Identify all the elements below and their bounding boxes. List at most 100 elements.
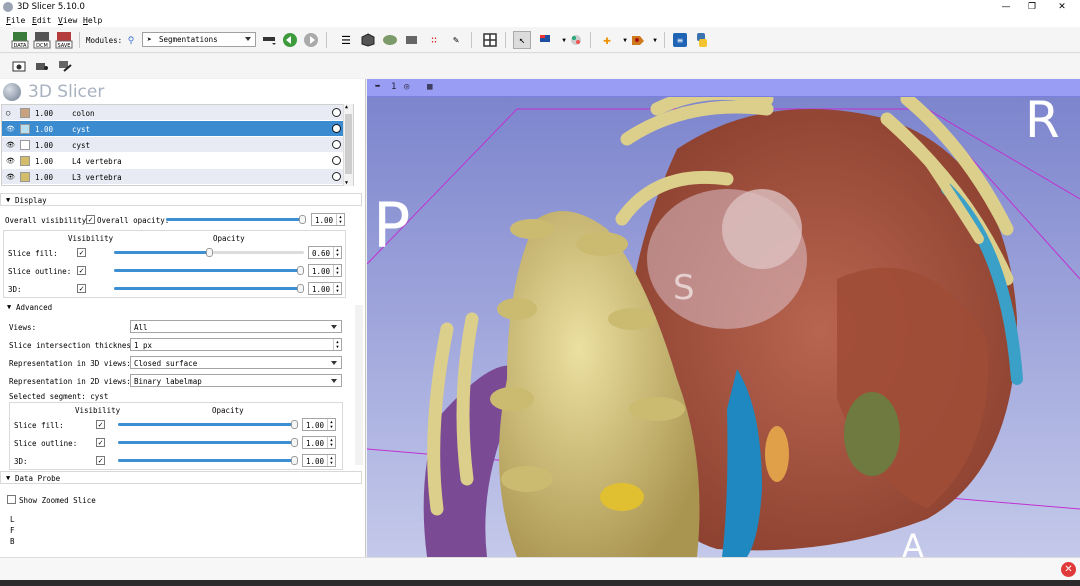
close-window-button[interactable]: ✕ [1044,0,1080,14]
segment-status-icon[interactable] [332,172,341,181]
segment-opacity[interactable]: 1.00 [35,173,53,182]
segment-name[interactable]: L4 vertebra [72,157,122,166]
spin-arrows-icon[interactable]: ▲ ▼ [333,283,341,294]
segment-row[interactable]: 👁 1.00 L3 vertebra [2,169,347,185]
slider-handle[interactable] [299,215,306,224]
overall-opacity-slider[interactable] [166,215,306,224]
segment-status-icon[interactable] [332,108,341,117]
slider-handle[interactable] [291,456,298,465]
advanced-section-header[interactable]: ▼ Advanced [2,301,346,314]
opacity-row-spinbox[interactable]: 1.00 ▲ ▼ [302,418,336,431]
scrollbar-thumb[interactable] [345,114,352,174]
module-history-button[interactable] [261,31,279,49]
window-level-button[interactable] [537,31,555,49]
segment-row[interactable]: 👁 1.00 cyst [2,137,347,153]
spin-arrows-icon[interactable]: ▲ ▼ [336,214,344,225]
segment-row[interactable]: 👁 1.00 L4 vertebra [2,153,347,169]
slider-handle[interactable] [205,248,213,257]
segment-status-icon[interactable] [332,124,341,133]
eye-icon[interactable]: 👁 [6,157,15,165]
opacity-row-spinbox[interactable]: 1.00 ▲ ▼ [302,436,336,449]
menu-edit[interactable]: Edit [32,16,51,25]
views-combo[interactable]: All [130,320,342,333]
opacity-row-visibility-checkbox[interactable] [77,284,86,293]
slider-handle[interactable] [297,284,304,293]
show-zoomed-slice-checkbox[interactable] [7,495,16,504]
opacity-row-slider[interactable] [114,266,304,275]
overall-visibility-checkbox[interactable] [86,215,95,224]
opacity-row-spinbox[interactable]: 0.60 ▲ ▼ [308,246,342,259]
segment-color-swatch[interactable] [20,140,30,150]
segment-opacity[interactable]: 1.00 [35,141,53,150]
menu-file[interactable]: File [6,16,25,25]
opacity-row-slider[interactable] [118,438,298,447]
opacity-row-slider[interactable] [118,456,298,465]
segment-name[interactable]: cyst [72,141,90,150]
spin-arrows-icon[interactable]: ▲ ▼ [327,455,335,466]
rep-2d-combo[interactable]: Binary labelmap [130,374,342,387]
segment-status-icon[interactable] [332,156,341,165]
volumes-module-button[interactable] [381,31,399,49]
segment-color-swatch[interactable] [20,124,30,134]
segment-color-swatch[interactable] [20,108,30,118]
opacity-row-spinbox[interactable]: 1.00 ▲ ▼ [308,282,342,295]
spin-arrows-icon[interactable]: ▲ ▼ [333,265,341,276]
eye-icon[interactable]: 👁 [6,125,15,133]
mouse-pointer-button[interactable]: ↖ [513,31,531,49]
opacity-row-visibility-checkbox[interactable] [96,456,105,465]
opacity-row-slider[interactable] [114,248,304,257]
pin-icon[interactable]: ➥ [375,82,380,92]
overall-opacity-spinbox[interactable]: 1.00 ▲ ▼ [311,213,345,226]
opacity-row-visibility-checkbox[interactable] [96,438,105,447]
segments-scrollbar[interactable]: ▲ ▼ [343,104,353,186]
data-module-button[interactable] [359,31,377,49]
opacity-row-slider[interactable] [118,420,298,429]
eye-icon[interactable]: 👁 [6,141,15,149]
segment-name[interactable]: L3 vertebra [72,173,122,182]
scroll-up-icon[interactable]: ▲ [345,104,348,110]
menu-view[interactable]: View [58,16,77,25]
editor-module-button[interactable]: ✎ [447,31,465,49]
opacity-row-spinbox[interactable]: 1.00 ▲ ▼ [302,454,336,467]
spin-arrows-icon[interactable]: ▲ ▼ [327,437,335,448]
opacity-row-visibility-checkbox[interactable] [77,266,86,275]
eye-icon[interactable]: 👁 [6,173,15,181]
crosshair-button[interactable]: ✚ [598,31,616,49]
spin-arrows-icon[interactable]: ▲ ▼ [333,247,341,258]
segments-table[interactable]: ◯ 1.00 colon 👁 1.00 cyst 👁 1.00 cyst 👁 1.00 L4 vert… [1,104,354,186]
screenshot-button[interactable] [567,31,585,49]
rep-3d-combo[interactable]: Closed surface [130,356,342,369]
error-log-icon[interactable]: ✕ [1061,562,1076,577]
forward-button[interactable] [302,31,320,49]
spin-arrows-icon[interactable]: ▲ ▼ [333,339,341,350]
opacity-row-visibility-checkbox[interactable] [96,420,105,429]
scene-view-button[interactable] [33,57,51,75]
segment-color-swatch[interactable] [20,156,30,166]
segment-opacity[interactable]: 1.00 [35,157,53,166]
display-section-header[interactable]: ▼ Display [0,193,362,206]
3d-render[interactable]: P R A S [367,79,1080,557]
slider-handle[interactable] [291,438,298,447]
3d-view[interactable]: P R A S ➥ 1 ◎ ▦ [367,79,1080,557]
segment-opacity[interactable]: 1.00 [35,125,53,134]
layout-button[interactable] [481,31,499,49]
back-button[interactable] [281,31,299,49]
segment-row[interactable]: 👁 1.00 cyst [2,121,347,137]
segment-opacity[interactable]: 1.00 [35,109,53,118]
slider-handle[interactable] [297,266,304,275]
segment-name[interactable]: cyst [72,125,90,134]
module-search-icon[interactable]: ⚲ [122,32,140,50]
segment-name[interactable]: colon [72,109,95,118]
slider-handle[interactable] [291,420,298,429]
view-layout-icon[interactable]: ▦ [427,82,432,92]
place-fiducial-button[interactable] [629,31,647,49]
welcome-module-button[interactable]: ☰ [337,31,355,49]
extensions-button[interactable]: ≡ [671,31,689,49]
scroll-down-icon[interactable]: ▼ [345,180,348,186]
eye-icon[interactable]: ◯ [6,109,10,117]
capture-button[interactable] [10,57,28,75]
opacity-row-visibility-checkbox[interactable] [77,248,86,257]
segment-status-icon[interactable] [332,140,341,149]
panel-scrollbar[interactable] [355,305,363,465]
slice-thickness-field[interactable]: 1 px ▲ ▼ [130,338,342,351]
